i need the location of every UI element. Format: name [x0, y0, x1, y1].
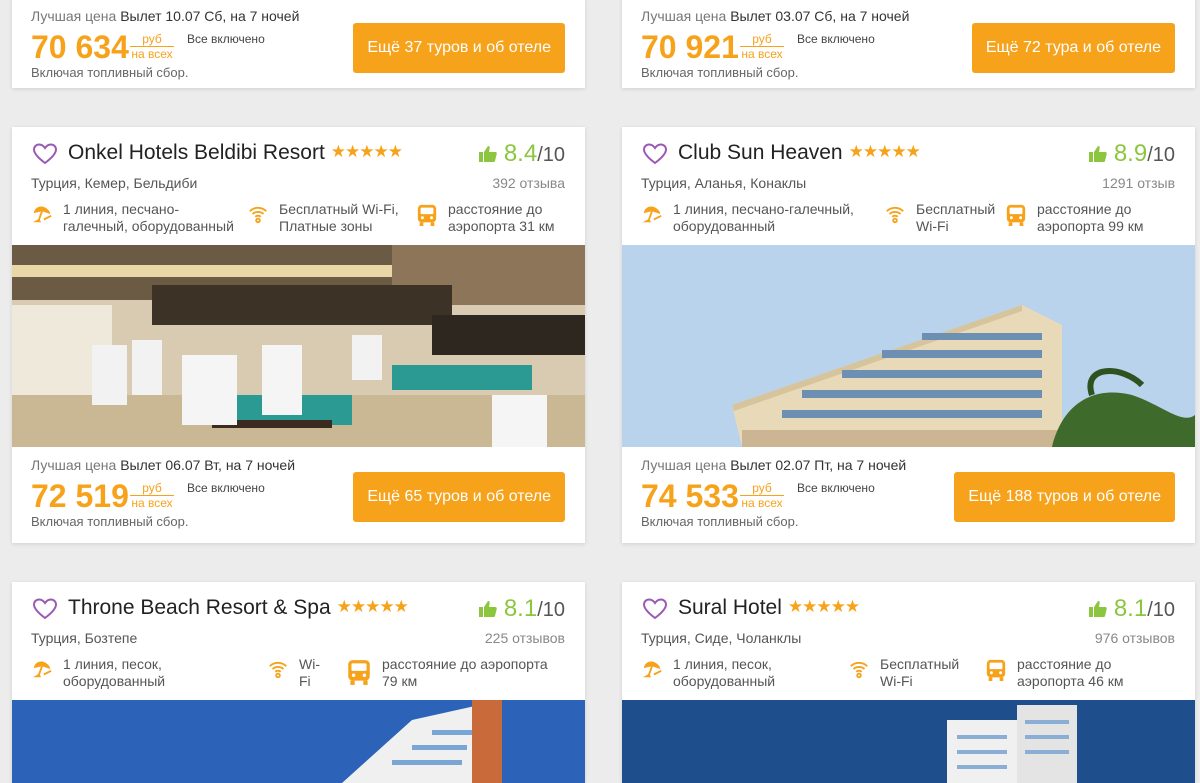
price-block: Лучшая цена Вылет 03.07 Сб, на 7 ночей 7… [622, 0, 1195, 86]
hotel-header: Club Sun Heaven ★★★★★ 8.9/10 Турция, Алан… [622, 127, 1195, 245]
meal-type: Все включено [187, 32, 265, 46]
beach-umbrella-icon [31, 658, 53, 680]
hotel-card: Throne Beach Resort & Spa ★★★★★ 8.1/10 Ту… [12, 582, 585, 783]
hotel-name[interactable]: Throne Beach Resort & Spa ★★★★★ [68, 596, 409, 620]
thumbs-up-icon [478, 600, 498, 618]
beach-umbrella-icon [31, 203, 53, 225]
hotel-location: Турция, Бозтепе [31, 630, 138, 646]
hotel-photo[interactable] [12, 245, 585, 447]
reviews-count[interactable]: 225 отзывов [485, 630, 565, 646]
hotel-header: Onkel Hotels Beldibi Resort ★★★★★ 8.4/10 … [12, 127, 585, 245]
hotel-card: Лучшая цена Вылет 03.07 Сб, на 7 ночей 7… [622, 0, 1195, 88]
best-price-label: Лучшая цена Вылет 06.07 Вт, на 7 ночей [31, 457, 296, 473]
beach-umbrella-icon [641, 203, 663, 225]
price-unit: руб на всех [130, 481, 174, 510]
fuel-note: Включая топливный сбор. [31, 65, 189, 80]
fuel-note: Включая топливный сбор. [641, 65, 799, 80]
beach-umbrella-icon [641, 658, 663, 680]
price-value: 70 921 [641, 29, 739, 65]
hotel-location: Турция, Сиде, Чоланклы [641, 630, 802, 646]
more-tours-button[interactable]: Ещё 72 тура и об отеле [971, 23, 1175, 73]
beach-feature: 1 линия, песок, оборудованный [641, 656, 831, 690]
meal-type: Все включено [187, 481, 265, 495]
price-value: 74 533 [641, 478, 739, 514]
airport-feature: расстояние до аэропорта 79 км [346, 656, 566, 690]
best-price-label: Лучшая цена Вылет 02.07 Пт, на 7 ночей [641, 457, 907, 473]
heart-icon[interactable] [32, 143, 58, 165]
hotel-card: Лучшая цена Вылет 10.07 Сб, на 7 ночей 7… [12, 0, 585, 88]
beach-feature: 1 линия, песок, оборудованный [31, 656, 211, 690]
heart-icon[interactable] [642, 143, 668, 165]
meal-type: Все включено [797, 481, 875, 495]
best-price-label: Лучшая цена Вылет 10.07 Сб, на 7 ночей [31, 8, 300, 24]
price-block: Лучшая цена Вылет 02.07 Пт, на 7 ночей 7… [622, 447, 1195, 535]
wifi-icon [247, 203, 269, 225]
heart-icon[interactable] [32, 598, 58, 620]
rating: 8.1/10 [478, 595, 565, 623]
more-tours-button[interactable]: Ещё 37 туров и об отеле [353, 23, 565, 73]
reviews-count[interactable]: 392 отзыва [492, 175, 565, 191]
wifi-feature: Бесплатный Wi-Fi [848, 656, 968, 690]
hotel-photo[interactable] [622, 245, 1195, 447]
best-price-label: Лучшая цена Вылет 03.07 Сб, на 7 ночей [641, 8, 910, 24]
beach-feature: 1 линия, песчано-галечный, оборудованный [31, 201, 243, 235]
wifi-feature: Бесплатный Wi-Fi [884, 201, 999, 235]
wifi-feature: Wi-Fi [267, 656, 327, 690]
thumbs-up-icon [1088, 145, 1108, 163]
more-tours-button[interactable]: Ещё 65 туров и об отеле [353, 472, 565, 522]
thumbs-up-icon [478, 145, 498, 163]
hotel-header: Throne Beach Resort & Spa ★★★★★ 8.1/10 Ту… [12, 582, 585, 700]
price-unit: руб на всех [740, 481, 784, 510]
hotel-name[interactable]: Onkel Hotels Beldibi Resort ★★★★★ [68, 141, 403, 165]
wifi-icon [884, 203, 906, 225]
price-value: 72 519 [31, 478, 129, 514]
fuel-note: Включая топливный сбор. [31, 514, 189, 529]
reviews-count[interactable]: 1291 отзыв [1102, 175, 1175, 191]
hotel-card: Onkel Hotels Beldibi Resort ★★★★★ 8.4/10 … [12, 127, 585, 543]
hotel-photo[interactable] [622, 700, 1195, 783]
wifi-icon [267, 658, 289, 680]
bus-icon [416, 203, 438, 227]
airport-feature: расстояние до аэропорта 46 км [985, 656, 1135, 690]
airport-feature: расстояние до аэропорта 31 км [416, 201, 566, 235]
meal-type: Все включено [797, 32, 875, 46]
beach-feature: 1 линия, песчано-галечный, оборудованный [641, 201, 866, 235]
hotel-photo[interactable] [12, 700, 585, 783]
hotel-name[interactable]: Club Sun Heaven ★★★★★ [678, 141, 921, 165]
bus-icon [1005, 203, 1027, 227]
hotel-location: Турция, Аланья, Конаклы [641, 175, 807, 191]
wifi-icon [848, 658, 870, 680]
price-unit: руб на всех [740, 32, 784, 61]
heart-icon[interactable] [642, 598, 668, 620]
hotel-name[interactable]: Sural Hotel ★★★★★ [678, 596, 860, 620]
price-value: 70 634 [31, 29, 129, 65]
star-rating: ★★★★★ [848, 142, 921, 161]
reviews-count[interactable]: 976 отзывов [1095, 630, 1175, 646]
price-block: Лучшая цена Вылет 10.07 Сб, на 7 ночей 7… [12, 0, 585, 86]
thumbs-up-icon [1088, 600, 1108, 618]
hotel-card: Club Sun Heaven ★★★★★ 8.9/10 Турция, Алан… [622, 127, 1195, 543]
hotel-location: Турция, Кемер, Бельдиби [31, 175, 198, 191]
star-rating: ★★★★★ [787, 597, 860, 616]
more-tours-button[interactable]: Ещё 188 туров и об отеле [954, 472, 1175, 522]
rating: 8.4/10 [478, 140, 565, 168]
wifi-feature: Бесплатный Wi-Fi, Платные зоны [247, 201, 407, 235]
rating: 8.1/10 [1088, 595, 1175, 623]
hotel-card: Sural Hotel ★★★★★ 8.1/10 Турция, Сиде, Чо… [622, 582, 1195, 783]
fuel-note: Включая топливный сбор. [641, 514, 799, 529]
bus-icon [346, 658, 372, 686]
price-block: Лучшая цена Вылет 06.07 Вт, на 7 ночей 7… [12, 447, 585, 535]
hotel-header: Sural Hotel ★★★★★ 8.1/10 Турция, Сиде, Чо… [622, 582, 1195, 700]
star-rating: ★★★★★ [336, 597, 409, 616]
bus-icon [985, 658, 1007, 682]
airport-feature: расстояние до аэропорта 99 км [1005, 201, 1155, 235]
price-unit: руб на всех [130, 32, 174, 61]
rating: 8.9/10 [1088, 140, 1175, 168]
star-rating: ★★★★★ [330, 142, 403, 161]
